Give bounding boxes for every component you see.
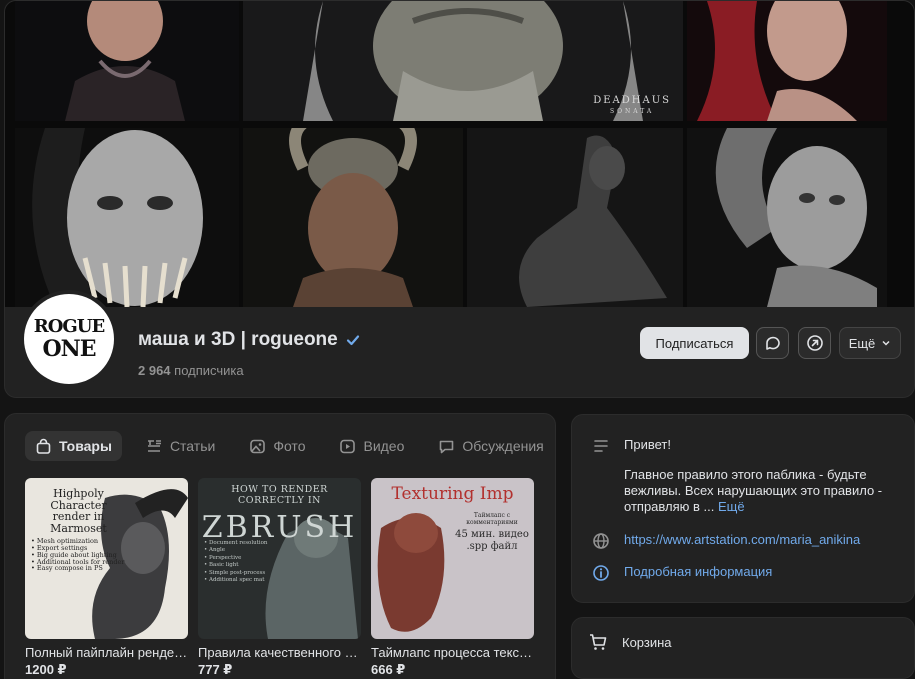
community-page: DEADHAUS SONATA маша и 3D | rogueone 2 9…: [0, 0, 915, 679]
community-title: маша и 3D | rogueone: [138, 329, 338, 350]
product-card[interactable]: HOW TO RENDER CORRECTLY IN ZBRUSH • Docu…: [198, 478, 361, 678]
subscribers-info[interactable]: 2 964 подписчика: [138, 363, 244, 378]
verified-icon: [346, 335, 359, 346]
cover-tile: [15, 1, 239, 121]
tab-photos[interactable]: Фото: [239, 431, 315, 461]
product-cover-line: • Simple post-process: [204, 569, 266, 576]
text-lines-icon: [594, 440, 608, 452]
subscribe-button[interactable]: Подписаться: [640, 327, 749, 359]
tab-discussions[interactable]: Обсуждения: [428, 431, 553, 461]
cover-watermark: DEADHAUS SONATA: [593, 95, 671, 115]
tab-videos-label: Видео: [363, 438, 405, 454]
description-greeting: Привет!: [624, 437, 671, 452]
cart-panel[interactable]: Корзина: [571, 617, 915, 679]
product-cover-line: .spp файл: [466, 541, 518, 553]
product-image[interactable]: Texturing Imp Таймлапс с комментариями 4…: [371, 478, 534, 639]
tab-videos[interactable]: Видео: [329, 431, 414, 461]
product-cover-line: • Easy compose in PS: [31, 564, 103, 573]
more-button[interactable]: Ещё: [839, 327, 901, 359]
avatar-logo-line1: ROGUE: [33, 316, 105, 337]
photo-icon: [250, 439, 266, 453]
product-cover-line: • Angle: [204, 547, 226, 554]
products-list: Highpoly Character render in Marmoset • …: [25, 478, 534, 678]
message-button[interactable]: [756, 327, 789, 359]
avatar-logo: ROGUE ONE: [24, 294, 114, 384]
avatar[interactable]: ROGUE ONE: [20, 290, 118, 388]
product-cover-line: Таймлапс с комментариями: [466, 512, 518, 527]
tab-goods-label: Товары: [59, 438, 112, 454]
cover-tile: [687, 128, 887, 307]
watermark-line2: SONATA: [609, 108, 655, 115]
details-row[interactable]: Подробная информация: [592, 564, 772, 582]
cart-row[interactable]: Корзина: [588, 632, 672, 652]
product-name[interactable]: Правила качественного рендера: [198, 645, 361, 660]
product-image[interactable]: HOW TO RENDER CORRECTLY IN ZBRUSH • Docu…: [198, 478, 361, 639]
content-panel: Товары Статьи Фото Видео Обсуждения High…: [4, 413, 556, 679]
tab-goods[interactable]: Товары: [25, 431, 122, 461]
cover-tile: [15, 128, 239, 307]
product-cover-line: 45 мин. видео: [455, 529, 529, 541]
cover-tile: [467, 128, 683, 307]
article-icon: [147, 439, 161, 452]
cart-icon: [590, 634, 607, 650]
share-icon: [806, 335, 823, 351]
product-price: 777 ₽: [198, 662, 233, 677]
video-icon: [340, 439, 356, 453]
share-button[interactable]: [798, 327, 831, 359]
website-row[interactable]: https://www.artstation.com/maria_anikina: [592, 532, 860, 550]
message-icon: [765, 336, 780, 350]
info-icon: [593, 565, 609, 581]
watermark-line1: DEADHAUS: [593, 95, 671, 106]
cover-tile: [243, 128, 463, 307]
product-price: 1200 ₽: [25, 662, 67, 677]
cover-tile: DEADHAUS SONATA: [243, 1, 683, 121]
community-title-row: маша и 3D | rogueone: [138, 329, 360, 351]
tab-articles-label: Статьи: [169, 438, 216, 454]
description-body: Главное правило этого паблика - будьте в…: [624, 467, 883, 514]
chevron-down-icon: [882, 340, 890, 346]
product-card[interactable]: Highpoly Character render in Marmoset • …: [25, 478, 188, 678]
details-link[interactable]: Подробная информация: [624, 564, 772, 582]
product-cover-line: • Perspective: [204, 554, 242, 561]
discussion-icon: [440, 440, 454, 453]
subscribers-label: подписчика: [174, 363, 244, 378]
product-name[interactable]: Полный пайплайн рендера: [25, 645, 188, 660]
tab-discussions-label: Обсуждения: [462, 438, 544, 454]
bag-icon: [36, 438, 51, 454]
more-label: Ещё: [848, 335, 876, 351]
description-more-link[interactable]: Ещё: [718, 499, 745, 514]
product-cover-line: • Document resolution: [204, 540, 268, 546]
cart-label: Корзина: [622, 634, 672, 650]
product-cover-line: • Additional spec mat: [204, 577, 265, 584]
info-panel: Привет! Главное правило этого паблика - …: [571, 414, 915, 603]
cover-image[interactable]: DEADHAUS SONATA: [5, 1, 914, 307]
description-block: Привет! Главное правило этого паблика - …: [592, 437, 894, 515]
website-link[interactable]: https://www.artstation.com/maria_anikina: [624, 532, 860, 550]
globe-icon: [593, 533, 609, 549]
cover-tile: [687, 1, 887, 121]
product-cover-title: HOW TO RENDER CORRECTLY IN: [231, 484, 328, 506]
content-tabs: Товары Статьи Фото Видео Обсуждения: [25, 431, 554, 461]
avatar-logo-line2: ONE: [42, 336, 96, 362]
product-price: 666 ₽: [371, 662, 406, 677]
product-image[interactable]: Highpoly Character render in Marmoset • …: [25, 478, 188, 639]
product-name[interactable]: Таймлапс процесса текстуринга: [371, 645, 534, 660]
community-header-card: DEADHAUS SONATA маша и 3D | rogueone 2 9…: [4, 0, 915, 398]
product-card[interactable]: Texturing Imp Таймлапс с комментариями 4…: [371, 478, 534, 678]
product-cover-title: Texturing Imp: [391, 484, 514, 504]
tab-photos-label: Фото: [273, 438, 306, 454]
subscribers-count: 2 964: [138, 363, 171, 378]
product-cover-line: • Basic light: [204, 562, 239, 569]
description-text: Главное правило этого паблика - будьте в…: [624, 467, 894, 515]
product-cover-title: Highpoly Character render in Marmoset: [50, 487, 107, 535]
tab-articles[interactable]: Статьи: [136, 431, 225, 461]
